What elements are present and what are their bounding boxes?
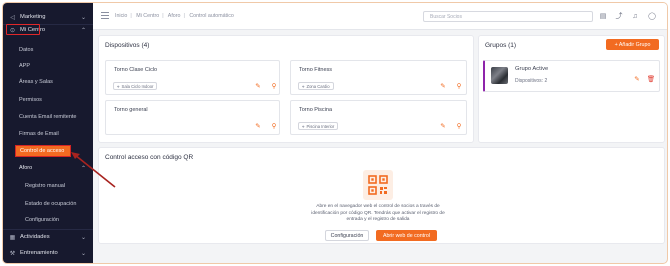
sidebar-item-label: Cuenta Email remitente: [19, 114, 77, 120]
chevron-down-icon: ⌄: [80, 234, 86, 241]
search-input[interactable]: Buscar Socios: [423, 11, 593, 22]
sidebar-item-marketing[interactable]: ◁ Marketing ⌄: [3, 12, 93, 22]
divider: [3, 229, 93, 230]
bell-icon[interactable]: ♫: [631, 12, 639, 20]
app-window: ◁ Marketing ⌄ ⊙ Mi Centro ⌃ Datos APP Ár…: [2, 2, 668, 264]
device-name: Torno Piscina: [299, 107, 333, 113]
groups-title: Grupos (1): [485, 42, 517, 49]
room-tag: ⌖ Zona Cardio: [298, 82, 334, 90]
group-item[interactable]: Grupo Active Dispositivos: 2 ✎ 🗑: [483, 60, 660, 92]
breadcrumb-item[interactable]: Aforo: [168, 13, 181, 19]
breadcrumb-item[interactable]: Mi Centro: [136, 13, 159, 19]
group-devices-count: Dispositivos: 2: [515, 78, 548, 84]
calendar-icon: ▦: [9, 234, 16, 241]
user-access-icon[interactable]: ⚲: [270, 82, 278, 90]
calendar-icon[interactable]: ▤: [599, 12, 607, 20]
device-card[interactable]: Torno Piscina ⌖ Piscina Interior ✎ ⚲: [290, 100, 467, 135]
device-name: Torno Clase Ciclo: [114, 67, 158, 73]
qr-code-icon: [368, 175, 388, 195]
sidebar-item-label: Configuración: [25, 217, 59, 223]
pin-icon: ⌖: [117, 83, 120, 89]
top-bar: Inicio | Mi Centro | Aforo | Control automá…: [93, 3, 667, 30]
share-icon[interactable]: ⤴: [615, 12, 623, 20]
sidebar-item-firmas-email[interactable]: Firmas de Email: [3, 130, 93, 138]
room-tag-label: Zona Cardio: [306, 83, 330, 89]
sidebar-item-datos[interactable]: Datos: [3, 46, 93, 54]
sidebar: ◁ Marketing ⌄ ⊙ Mi Centro ⌃ Datos APP Ár…: [3, 3, 93, 263]
qr-code-icon: [363, 170, 393, 200]
sidebar-item-areas-salas[interactable]: Áreas y Salas: [3, 78, 93, 86]
sidebar-item-label: Áreas y Salas: [19, 79, 53, 85]
menu-icon[interactable]: [101, 12, 109, 21]
edit-icon[interactable]: ✎: [254, 82, 262, 90]
group-thumbnail: [491, 67, 508, 84]
qr-title: Control acceso con código QR: [105, 154, 194, 161]
sidebar-item-label: Permisos: [19, 97, 42, 103]
edit-icon[interactable]: ✎: [254, 122, 262, 130]
device-card[interactable]: Torno general ✎ ⚲: [105, 100, 280, 135]
sidebar-item-label: Entrenamiento: [20, 250, 58, 256]
sidebar-item-app[interactable]: APP: [3, 62, 93, 70]
user-access-icon[interactable]: ⚲: [455, 122, 463, 130]
edit-icon[interactable]: ✎: [633, 75, 641, 83]
group-name: Grupo Active: [515, 66, 549, 72]
pin-icon: ⌖: [302, 123, 305, 129]
devices-title: Dispositivos (4): [105, 42, 150, 49]
qr-description: Abre en el navegador web el control de s…: [311, 204, 445, 223]
room-tag-label: Sala Ciclo Indoor: [121, 83, 154, 89]
add-group-button[interactable]: + Añadir Grupo: [606, 39, 659, 50]
sidebar-item-label: Actividades: [20, 234, 50, 240]
devices-card: Dispositivos (4) Torno Clase Ciclo ⌖ Sala…: [99, 36, 473, 142]
megaphone-icon: ◁: [10, 14, 15, 21]
highlight-box: [6, 24, 40, 35]
breadcrumb-item[interactable]: Inicio: [115, 13, 127, 19]
room-tag: ⌖ Sala Ciclo Indoor: [113, 82, 158, 90]
device-card[interactable]: Torno Fitness ⌖ Zona Cardio ✎ ⚲: [290, 60, 467, 95]
trash-icon[interactable]: 🗑: [647, 75, 655, 83]
chevron-up-icon: ⌃: [80, 165, 86, 172]
sidebar-item-permisos[interactable]: Permisos: [3, 96, 93, 104]
sidebar-item-cuenta-email[interactable]: Cuenta Email remitente: [3, 113, 93, 121]
room-tag-label: Piscina Interior: [306, 123, 335, 129]
sidebar-item-label: Registro manual: [25, 183, 66, 189]
breadcrumb-item: Control automático: [189, 13, 234, 19]
sidebar-item-label: Estado de ocupación: [25, 201, 77, 207]
search-placeholder: Buscar Socios: [430, 13, 462, 20]
user-access-icon[interactable]: ⚲: [270, 122, 278, 130]
sidebar-item-label: Aforo: [19, 165, 33, 171]
chevron-down-icon: ⌄: [80, 14, 86, 21]
sidebar-item-control-acceso[interactable]: Control de acceso: [15, 145, 71, 157]
device-card[interactable]: Torno Clase Ciclo ⌖ Sala Ciclo Indoor ✎ ⚲: [105, 60, 280, 95]
sidebar-item-aforo[interactable]: Aforo ⌃: [3, 164, 93, 172]
user-icon[interactable]: ◯: [648, 12, 656, 20]
device-name: Torno general: [114, 107, 148, 113]
sidebar-item-entrenamiento[interactable]: ⚒ Entrenamiento ⌄: [3, 248, 93, 258]
configuracion-button[interactable]: Configuración: [325, 230, 369, 241]
chevron-up-icon: ⌃: [80, 27, 86, 34]
edit-icon[interactable]: ✎: [439, 82, 447, 90]
sidebar-item-label: Firmas de Email: [19, 131, 59, 137]
chevron-down-icon: ⌄: [80, 250, 86, 257]
open-control-web-button[interactable]: Abrir web de control: [376, 230, 437, 241]
device-name: Torno Fitness: [299, 67, 333, 73]
breadcrumb: Inicio | Mi Centro | Aforo | Control automá…: [115, 13, 234, 19]
qr-card: Control acceso con código QR Abre en el …: [99, 148, 664, 243]
sidebar-item-configuracion[interactable]: Configuración: [3, 216, 93, 224]
sidebar-item-actividades[interactable]: ▦ Actividades ⌄: [3, 232, 93, 242]
sidebar-item-registro-manual[interactable]: Registro manual: [3, 182, 93, 190]
user-access-icon[interactable]: ⚲: [455, 82, 463, 90]
sidebar-item-label: Marketing: [20, 14, 46, 20]
edit-icon[interactable]: ✎: [439, 122, 447, 130]
room-tag: ⌖ Piscina Interior: [298, 122, 339, 130]
groups-card: Grupos (1) + Añadir Grupo Grupo Active D…: [479, 36, 664, 142]
sidebar-item-estado-ocupacion[interactable]: Estado de ocupación: [3, 200, 93, 208]
dumbbell-icon: ⚒: [9, 250, 16, 257]
sidebar-item-label: Datos: [19, 47, 34, 53]
pin-icon: ⌖: [302, 83, 305, 89]
sidebar-item-label: Control de acceso: [20, 148, 65, 154]
sidebar-item-label: APP: [19, 63, 31, 69]
